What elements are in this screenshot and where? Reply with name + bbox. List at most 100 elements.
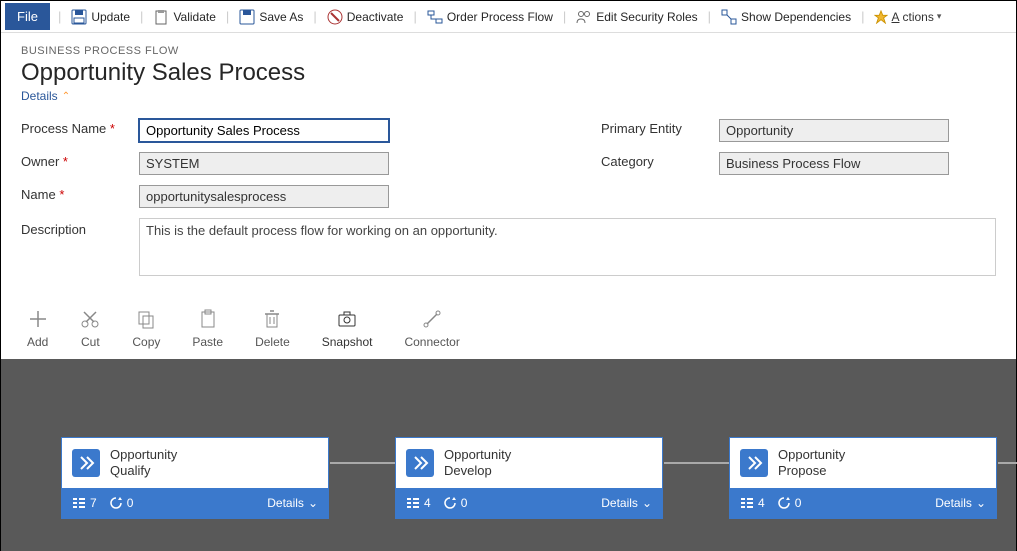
details-toggle[interactable]: Details ⌃ [21,89,70,103]
deps-icon [721,9,737,25]
connector-label: Connector [404,335,459,349]
stage-details-button[interactable]: Details ⌄ [935,496,986,510]
flow-icon [427,9,443,25]
steps-count: 4 [406,496,431,510]
copy-label: Copy [132,335,160,349]
connector-icon [422,309,442,329]
separator: | [861,9,864,24]
paste-label: Paste [192,335,223,349]
clipboard-icon [153,9,169,25]
save-as-label: Save As [259,10,303,24]
stage-connector [330,462,396,464]
stage-icon [72,449,100,477]
save-icon [71,9,87,25]
chevron-down-icon: ▾ [937,11,942,22]
main-toolbar: File | Update | Validate | Save As | Dea… [1,1,1016,33]
stage-header: OpportunityQualify [62,438,328,488]
refresh-count: 0 [443,496,468,510]
stage-footer: 7 0 Details ⌄ [62,488,328,518]
separator: | [58,9,61,24]
delete-label: Delete [255,335,290,349]
update-button[interactable]: Update [65,5,136,29]
deactivate-label: Deactivate [347,10,404,24]
trash-icon [262,309,282,329]
deactivate-button[interactable]: Deactivate [321,5,410,29]
primary-entity-label: Primary Entity [601,119,719,142]
category-label: Category [601,152,719,175]
description-input[interactable] [139,218,996,276]
paste-button[interactable]: Paste [192,309,223,349]
chevron-down-icon: ⌄ [642,496,652,510]
chevron-down-icon: ⌄ [976,496,986,510]
process-name-input[interactable] [139,119,389,142]
cut-button[interactable]: Cut [80,309,100,349]
actions-icon [874,10,888,24]
snapshot-button[interactable]: Snapshot [322,309,373,349]
stage-card[interactable]: OpportunityQualify 7 0 Details ⌄ [61,437,329,519]
order-flow-label: Order Process Flow [447,10,553,24]
actions-label: ctions [903,10,934,24]
copy-button[interactable]: Copy [132,309,160,349]
page-header: BUSINESS PROCESS FLOW Opportunity Sales … [1,33,1016,107]
separator: | [140,9,143,24]
name-field: opportunitysalesprocess [139,185,389,208]
page-title: Opportunity Sales Process [21,59,996,87]
stage-icon [406,449,434,477]
security-icon [576,9,592,25]
stage-card[interactable]: OpportunityPropose 4 0 Details ⌄ [729,437,997,519]
add-button[interactable]: Add [27,309,48,349]
connector-button[interactable]: Connector [404,309,459,349]
file-menu[interactable]: File [5,3,50,30]
form: Process Name * Primary Entity Opportunit… [1,107,1016,291]
stage-toolbar: Add Cut Copy Paste Delete Snapshot Conne… [1,291,1016,359]
cut-icon [80,309,100,329]
separator: | [563,9,566,24]
stage-title: OpportunityDevelop [444,447,511,480]
edit-security-button[interactable]: Edit Security Roles [570,5,703,29]
steps-count: 4 [740,496,765,510]
stage-header: OpportunityPropose [730,438,996,488]
category-field: Business Process Flow [719,152,949,175]
stage-title: OpportunityQualify [110,447,177,480]
snapshot-label: Snapshot [322,335,373,349]
validate-button[interactable]: Validate [147,5,221,29]
delete-button[interactable]: Delete [255,309,290,349]
process-canvas[interactable]: OpportunityQualify 7 0 Details ⌄ Opportu… [1,359,1016,551]
save-as-button[interactable]: Save As [233,5,309,29]
chevron-down-icon: ⌄ [308,496,318,510]
primary-entity-field: Opportunity [719,119,949,142]
stage-details-button[interactable]: Details ⌄ [601,496,652,510]
process-name-label: Process Name * [21,119,139,142]
stage-title: OpportunityPropose [778,447,845,480]
stage-details-button[interactable]: Details ⌄ [267,496,318,510]
show-deps-label: Show Dependencies [741,10,851,24]
validate-label: Validate [173,10,215,24]
stage-icon [740,449,768,477]
copy-icon [136,309,156,329]
actions-menu[interactable]: Actions ▾ [868,6,947,28]
breadcrumb: BUSINESS PROCESS FLOW [21,45,996,57]
separator: | [313,9,316,24]
owner-field[interactable]: SYSTEM [139,152,389,175]
stage-footer: 4 0 Details ⌄ [396,488,662,518]
name-label: Name * [21,185,139,208]
plus-icon [28,309,48,329]
stage-connector [664,462,730,464]
edit-security-label: Edit Security Roles [596,10,697,24]
stage-footer: 4 0 Details ⌄ [730,488,996,518]
paste-icon [198,309,218,329]
separator: | [708,9,711,24]
steps-count: 7 [72,496,97,510]
deactivate-icon [327,9,343,25]
description-label: Description [21,218,139,279]
order-flow-button[interactable]: Order Process Flow [421,5,559,29]
separator: | [413,9,416,24]
refresh-count: 0 [109,496,134,510]
details-label: Details [21,89,58,103]
show-deps-button[interactable]: Show Dependencies [715,5,857,29]
stage-card[interactable]: OpportunityDevelop 4 0 Details ⌄ [395,437,663,519]
refresh-count: 0 [777,496,802,510]
cut-label: Cut [81,335,100,349]
update-label: Update [91,10,130,24]
stage-connector [998,462,1017,464]
